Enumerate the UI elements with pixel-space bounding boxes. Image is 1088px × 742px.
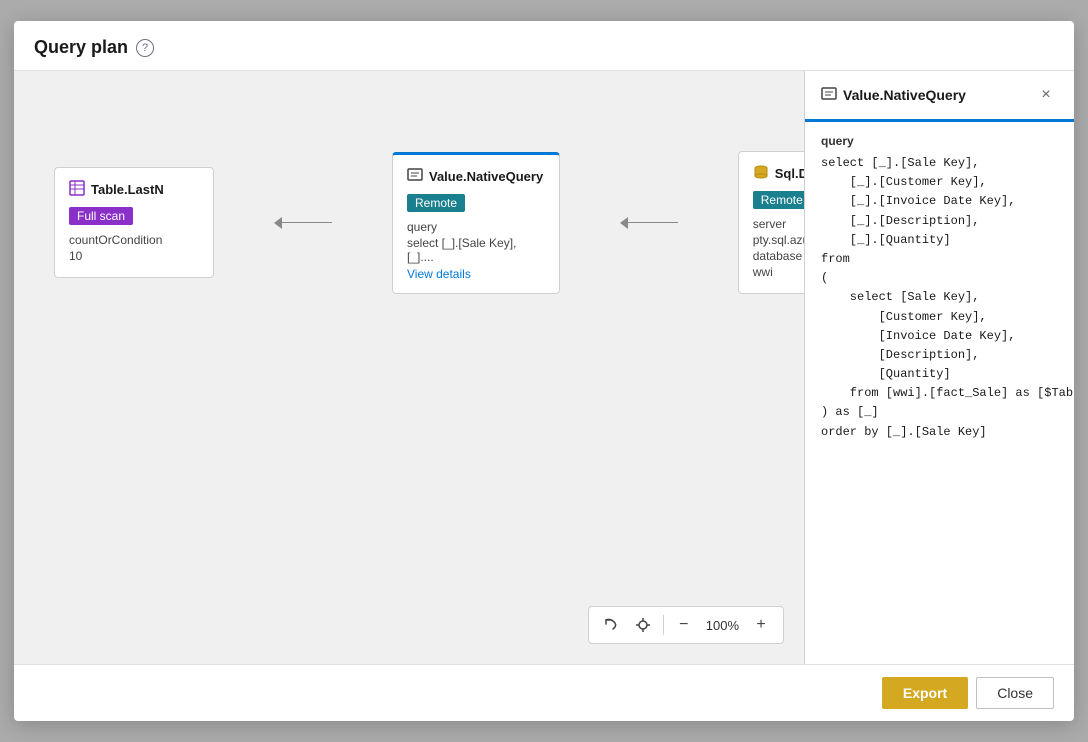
query-panel-icon <box>821 86 837 105</box>
detail-panel-title-text: Value.NativeQuery <box>843 87 966 103</box>
close-button[interactable]: Close <box>976 677 1054 709</box>
detail-panel-header: Value.NativeQuery × <box>805 71 1074 122</box>
detail-panel: Value.NativeQuery × query select [_].[Sa… <box>804 71 1074 664</box>
arrow-head-1 <box>274 217 282 229</box>
view-details-link[interactable]: View details <box>407 267 471 281</box>
node-prop-count-val: 10 <box>69 249 199 263</box>
table-icon <box>69 180 85 199</box>
toolbar-divider <box>663 615 664 635</box>
node-prop-count: countOrCondition <box>69 233 199 247</box>
node-prop-query-label: query <box>407 220 545 234</box>
badge-remote-1: Remote <box>407 194 465 212</box>
detail-panel-content: query select [_].[Sale Key], [_].[Custom… <box>805 122 1074 664</box>
zoom-in-button[interactable]: + <box>747 611 775 639</box>
diagram-area[interactable]: Table.LastN Full scan countOrCondition 1… <box>14 71 804 664</box>
zoom-level: 100% <box>702 618 743 633</box>
fit-view-button[interactable] <box>629 611 657 639</box>
modal-body: Table.LastN Full scan countOrCondition 1… <box>14 71 1074 664</box>
help-icon[interactable]: ? <box>136 39 154 57</box>
node-sql-database-title: Sql.Database <box>775 166 804 181</box>
arrow-line-1 <box>282 222 332 224</box>
node-table-lastn-title: Table.LastN <box>91 182 164 197</box>
node-prop-server-label: server <box>753 217 804 231</box>
node-value-nativequery[interactable]: Value.NativeQuery Remote query select [_… <box>392 152 560 294</box>
badge-full-scan: Full scan <box>69 207 133 225</box>
detail-code-block: select [_].[Sale Key], [_].[Customer Key… <box>821 154 1058 442</box>
modal-header: Query plan ? <box>14 21 1074 71</box>
node-prop-query-val: select [_].[Sale Key], [_].... <box>407 236 545 264</box>
nodes-container: Table.LastN Full scan countOrCondition 1… <box>54 151 804 294</box>
zoom-out-button[interactable]: − <box>670 611 698 639</box>
modal-footer: Export Close <box>14 664 1074 721</box>
database-icon <box>753 164 769 183</box>
arrow-2 <box>620 217 678 229</box>
arrow-1 <box>274 217 332 229</box>
node-table-lastn[interactable]: Table.LastN Full scan countOrCondition 1… <box>54 167 214 278</box>
arrow-line-2 <box>628 222 678 224</box>
arrow-head-2 <box>620 217 628 229</box>
diagram-toolbar: − 100% + <box>588 606 784 644</box>
query-plan-modal: Query plan ? <box>14 21 1074 721</box>
detail-section-label: query <box>821 134 1058 148</box>
badge-remote-2: Remote <box>753 191 804 209</box>
detail-panel-close-button[interactable]: × <box>1034 83 1058 107</box>
node-sql-database[interactable]: Sql.Database Remote server pty.sql.azure… <box>738 151 804 294</box>
query-icon <box>407 167 423 186</box>
diagram-canvas: Table.LastN Full scan countOrCondition 1… <box>14 71 804 664</box>
undo-button[interactable] <box>597 611 625 639</box>
export-button[interactable]: Export <box>882 677 968 709</box>
node-prop-database-label: database <box>753 249 804 263</box>
detail-panel-title: Value.NativeQuery <box>821 86 966 105</box>
node-prop-database-val: wwi <box>753 265 804 279</box>
node-nativequery-title: Value.NativeQuery <box>429 169 543 184</box>
modal-title: Query plan <box>34 37 128 58</box>
node-prop-server-val: pty.sql.azuresynapse.net <box>753 233 804 247</box>
modal-overlay: Query plan ? <box>0 0 1088 742</box>
